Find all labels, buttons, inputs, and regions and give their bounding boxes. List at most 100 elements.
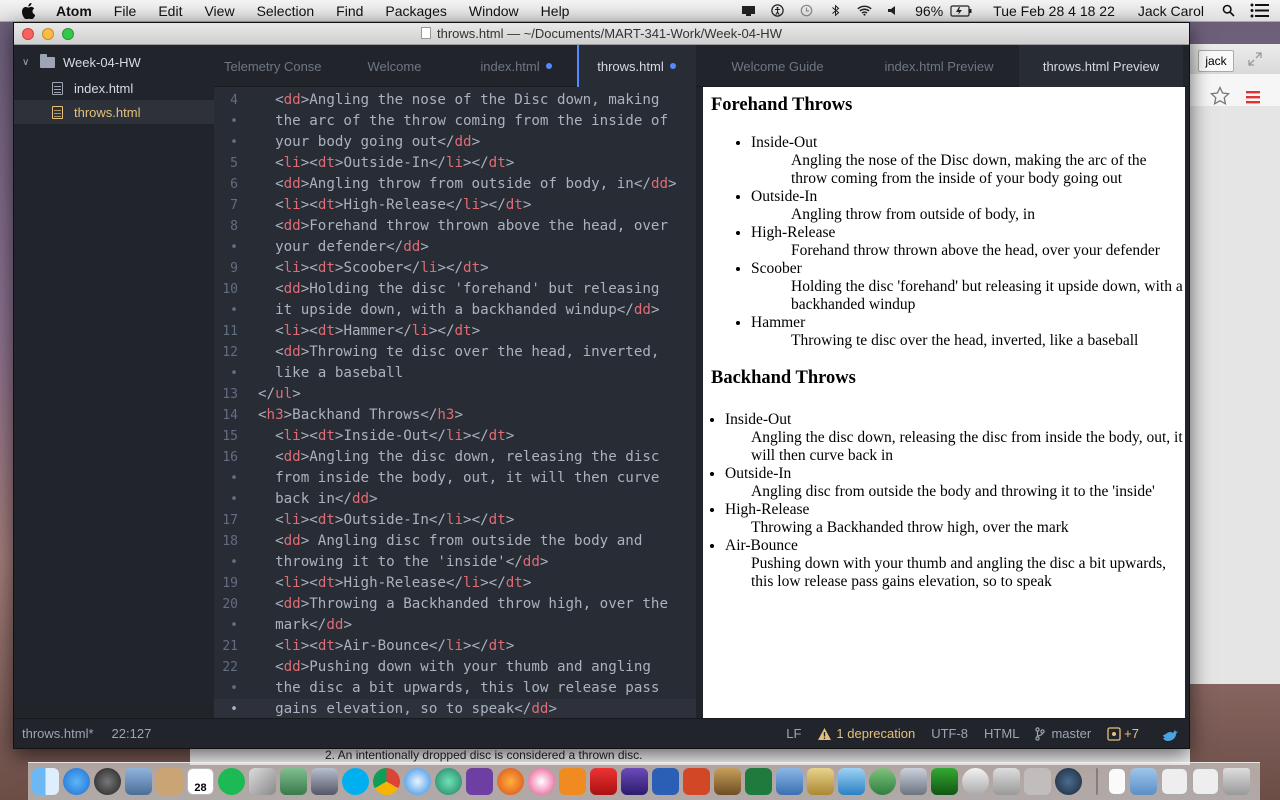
- code-line[interactable]: • throwing it to the 'inside'</dd>: [214, 552, 696, 573]
- status-line-ending[interactable]: LF: [778, 726, 809, 741]
- calendar-icon[interactable]: 28: [187, 768, 214, 795]
- tab-index-preview[interactable]: index.html Preview: [859, 45, 1019, 87]
- notification-center-icon[interactable]: [1243, 3, 1280, 18]
- bookmark-star-icon[interactable]: [1209, 85, 1231, 111]
- battery-icon[interactable]: [950, 4, 979, 17]
- tree-file-index[interactable]: index.html: [14, 76, 214, 100]
- safari-icon[interactable]: [404, 768, 431, 795]
- status-file-name[interactable]: throws.html*: [14, 726, 102, 741]
- git-changes[interactable]: +7: [1099, 726, 1147, 741]
- itunes-icon[interactable]: [528, 768, 555, 795]
- tab-throws-html[interactable]: throws.html: [577, 45, 696, 87]
- bird-icon[interactable]: [1147, 726, 1189, 742]
- contacts-icon[interactable]: [156, 768, 183, 795]
- code-line[interactable]: 5 <li><dt>Outside-In</li></dt>: [214, 153, 696, 174]
- menu-selection[interactable]: Selection: [246, 3, 326, 19]
- app-icon-1[interactable]: [776, 768, 803, 795]
- app-icon-7[interactable]: [962, 768, 989, 795]
- code-line[interactable]: 16 <dd>Angling the disc down, releasing …: [214, 447, 696, 468]
- tab-index-html[interactable]: index.html: [455, 45, 577, 87]
- code-line[interactable]: 15 <li><dt>Inside-Out</li></dt>: [214, 426, 696, 447]
- downloads-stack-icon[interactable]: [1161, 768, 1188, 795]
- code-line[interactable]: • from inside the body, out, it will the…: [214, 468, 696, 489]
- ibooks-icon[interactable]: [559, 768, 586, 795]
- excel-icon[interactable]: [745, 768, 772, 795]
- browser-user-button[interactable]: jack: [1198, 50, 1234, 72]
- app-store-icon[interactable]: [63, 768, 90, 795]
- code-line[interactable]: 19 <li><dt>High-Release</li></dt>: [214, 573, 696, 594]
- photo-booth-icon[interactable]: [311, 768, 338, 795]
- menu-app[interactable]: Atom: [52, 3, 103, 19]
- chrome-icon[interactable]: [373, 768, 400, 795]
- fullscreen-icon[interactable]: [1248, 52, 1262, 71]
- app-icon-4[interactable]: [869, 768, 896, 795]
- iphoto-icon[interactable]: [280, 768, 307, 795]
- menu-packages[interactable]: Packages: [374, 3, 457, 19]
- code-line[interactable]: • your body going out</dd>: [214, 132, 696, 153]
- code-line[interactable]: 10 <dd>Holding the disc 'forehand' but r…: [214, 279, 696, 300]
- deprecation-indicator[interactable]: 1 deprecation: [809, 726, 923, 741]
- preview-app-icon[interactable]: [125, 768, 152, 795]
- code-line[interactable]: • the arc of the throw coming from the i…: [214, 111, 696, 132]
- code-line[interactable]: 18 <dd> Angling disc from outside the bo…: [214, 531, 696, 552]
- app-icon-3[interactable]: [838, 768, 865, 795]
- menu-edit[interactable]: Edit: [147, 3, 193, 19]
- code-line[interactable]: 21 <li><dt>Air-Bounce</li></dt>: [214, 636, 696, 657]
- app-icon-2[interactable]: [807, 768, 834, 795]
- tab-welcome[interactable]: Welcome: [334, 45, 455, 87]
- firefox-icon[interactable]: [497, 768, 524, 795]
- trash-icon[interactable]: [1223, 768, 1250, 795]
- garageband-icon[interactable]: [714, 768, 741, 795]
- status-cursor-position[interactable]: 22:127: [102, 726, 160, 741]
- code-line[interactable]: 13 </ul>: [214, 384, 696, 405]
- code-line[interactable]: 6 <dd>Angling throw from outside of body…: [214, 174, 696, 195]
- code-line[interactable]: • the disc a bit upwards, this low relea…: [214, 678, 696, 699]
- code-line[interactable]: 22 <dd>Pushing down with your thumb and …: [214, 657, 696, 678]
- screenshots-stack-icon[interactable]: [1192, 768, 1219, 795]
- status-grammar[interactable]: HTML: [976, 726, 1027, 741]
- skype-icon[interactable]: [342, 768, 369, 795]
- time-machine-icon[interactable]: [792, 4, 821, 17]
- spotlight-icon[interactable]: [1214, 4, 1243, 17]
- volume-icon[interactable]: [879, 4, 908, 17]
- bluetooth-icon[interactable]: [821, 4, 850, 17]
- accessibility-icon[interactable]: [763, 4, 792, 17]
- document-stack-icon[interactable]: [1108, 768, 1126, 795]
- atom-app-icon[interactable]: [435, 768, 462, 795]
- browser-menu-icon[interactable]: [1246, 90, 1260, 109]
- code-line[interactable]: • back in</dd>: [214, 489, 696, 510]
- code-line[interactable]: 4 <dd>Angling the nose of the Disc down,…: [214, 90, 696, 111]
- steam-icon[interactable]: [1055, 768, 1082, 795]
- code-line[interactable]: • it upside down, with a backhanded wind…: [214, 300, 696, 321]
- app-icon-5[interactable]: [900, 768, 927, 795]
- code-line[interactable]: 17 <li><dt>Outside-In</li></dt>: [214, 510, 696, 531]
- github-icon[interactable]: [466, 768, 493, 795]
- spotify-icon[interactable]: [218, 768, 245, 795]
- menu-help[interactable]: Help: [530, 3, 581, 19]
- imovie-icon[interactable]: [621, 768, 648, 795]
- photo-editor-icon[interactable]: [590, 768, 617, 795]
- apple-icon[interactable]: [18, 2, 38, 19]
- app-icon-6[interactable]: [931, 768, 958, 795]
- menu-file[interactable]: File: [103, 3, 148, 19]
- help-icon[interactable]: [1024, 768, 1051, 795]
- tree-file-throws[interactable]: throws.html: [14, 100, 214, 124]
- finder-icon[interactable]: [32, 768, 59, 795]
- git-branch[interactable]: master: [1027, 726, 1099, 741]
- code-line[interactable]: 9 <li><dt>Scoober</li></dt>: [214, 258, 696, 279]
- tab-throws-preview[interactable]: throws.html Preview: [1019, 45, 1183, 87]
- chevron-down-icon[interactable]: ∨: [22, 57, 32, 68]
- user-name[interactable]: Jack Carol: [1122, 3, 1214, 19]
- battery-percent[interactable]: 96%: [908, 3, 950, 19]
- status-encoding[interactable]: UTF-8: [923, 726, 976, 741]
- dashboard-icon[interactable]: [94, 768, 121, 795]
- code-line[interactable]: 7 <li><dt>High-Release</li></dt>: [214, 195, 696, 216]
- app-icon-8[interactable]: [993, 768, 1020, 795]
- photos-icon[interactable]: [249, 768, 276, 795]
- code-line[interactable]: 11 <li><dt>Hammer</li></dt>: [214, 321, 696, 342]
- menu-view[interactable]: View: [193, 3, 245, 19]
- menu-find[interactable]: Find: [325, 3, 374, 19]
- code-line[interactable]: 14 <h3>Backhand Throws</h3>: [214, 405, 696, 426]
- screen-share-icon[interactable]: [734, 4, 763, 17]
- code-line[interactable]: 8 <dd>Forehand throw thrown above the he…: [214, 216, 696, 237]
